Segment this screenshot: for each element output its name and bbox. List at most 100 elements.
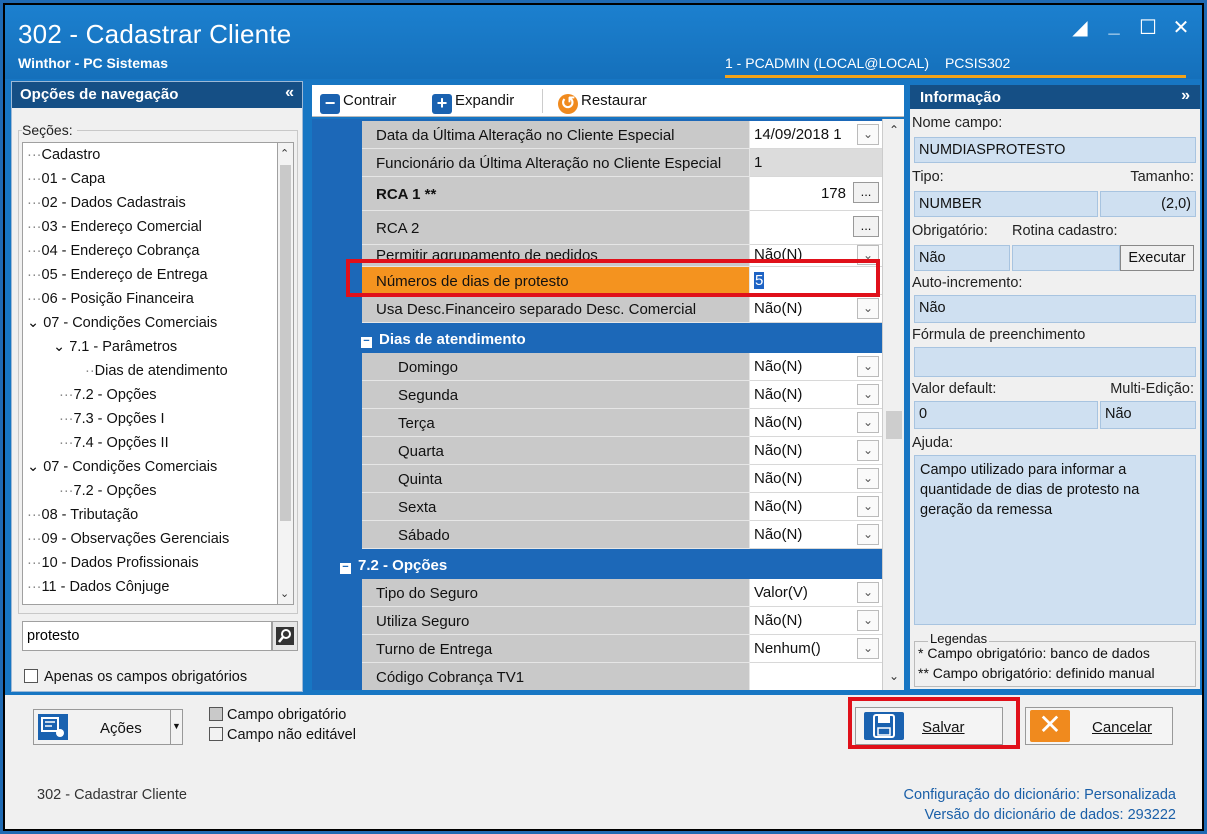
- grid-row[interactable]: Utiliza Seguro Não(N) ⌄: [362, 607, 882, 635]
- tree-scroll-thumb[interactable]: [280, 165, 291, 521]
- collapse-left-icon[interactable]: «: [285, 84, 294, 102]
- rca2-field[interactable]: ...: [750, 211, 882, 245]
- chevron-down-icon[interactable]: ⌄: [27, 315, 39, 331]
- grid-row[interactable]: Funcionário da Última Alteração no Clien…: [362, 149, 882, 177]
- option-field[interactable]: Não(N) ⌄: [750, 607, 882, 635]
- restore-button[interactable]: ↺ Restaurar: [558, 92, 647, 114]
- tree-item-dias-atendimento[interactable]: ··Dias de atendimento: [85, 363, 228, 379]
- chevron-down-icon[interactable]: ⌄: [857, 124, 879, 145]
- collapse-group-icon[interactable]: −: [361, 336, 372, 348]
- option-field[interactable]: Nenhum() ⌄: [750, 635, 882, 663]
- actions-button[interactable]: Ações ▼: [33, 709, 183, 745]
- chevron-down-icon[interactable]: ⌄: [857, 468, 879, 489]
- tree-item-endereco-entrega[interactable]: ···05 - Endereço de Entrega: [27, 267, 208, 283]
- financial-discount-field[interactable]: Não(N) ⌄: [750, 295, 882, 323]
- search-input[interactable]: [22, 621, 272, 651]
- legend-swatch-light: [209, 727, 223, 741]
- grid-row[interactable]: RCA 1 ** 178...: [362, 177, 882, 211]
- chevron-down-icon[interactable]: ⌄: [857, 356, 879, 377]
- grid-row[interactable]: Segunda Não(N) ⌄: [362, 381, 882, 409]
- day-field[interactable]: Não(N) ⌄: [750, 381, 882, 409]
- scroll-up-icon[interactable]: ⌃: [889, 123, 899, 137]
- grid-row[interactable]: Quinta Não(N) ⌄: [362, 465, 882, 493]
- restore-icon[interactable]: ◢: [1067, 15, 1093, 40]
- tree-item-opcoes-i[interactable]: ···7.3 - Opções I: [59, 411, 165, 427]
- date-field[interactable]: 14/09/2018 1 ⌄: [750, 121, 882, 149]
- expand-right-icon[interactable]: »: [1181, 87, 1190, 105]
- grid-row[interactable]: Turno de Entrega Nenhum() ⌄: [362, 635, 882, 663]
- ellipsis-button[interactable]: ...: [853, 182, 879, 203]
- tree-item-posicao-financeira[interactable]: ···06 - Posição Financeira: [27, 291, 194, 307]
- tree-item-dados-profissionais[interactable]: ···10 - Dados Profissionais: [27, 555, 199, 571]
- grid-row[interactable]: RCA 2 ...: [362, 211, 882, 245]
- expand-button[interactable]: + Expandir: [432, 92, 514, 114]
- day-field[interactable]: Não(N) ⌄: [750, 521, 882, 549]
- minimize-icon[interactable]: _: [1101, 15, 1127, 38]
- day-field[interactable]: Não(N) ⌄: [750, 353, 882, 381]
- tree-item-capa[interactable]: ···01 - Capa: [27, 171, 105, 187]
- multiedit-label: Multi-Edição:: [1110, 381, 1194, 397]
- grid-row[interactable]: Sexta Não(N) ⌄: [362, 493, 882, 521]
- scroll-down-icon[interactable]: ⌄: [889, 669, 899, 683]
- grid-row[interactable]: Data da Última Alteração no Cliente Espe…: [362, 121, 882, 149]
- tree-item-endereco-cobranca[interactable]: ···04 - Endereço Cobrança: [27, 243, 200, 259]
- chevron-down-icon[interactable]: ⌄: [857, 412, 879, 433]
- chevron-down-icon[interactable]: ⌄: [857, 298, 879, 319]
- cancel-button[interactable]: ✕ Cancelar: [1025, 707, 1173, 745]
- execute-button[interactable]: Executar: [1120, 245, 1194, 271]
- tree-item-cadastro[interactable]: ···Cadastro: [27, 147, 100, 163]
- rca1-field[interactable]: 178...: [750, 177, 882, 211]
- tree-item-opcoes[interactable]: ···7.2 - Opções: [59, 387, 157, 403]
- option-field[interactable]: Valor(V) ⌄: [750, 579, 882, 607]
- tree-item-endereco-comercial[interactable]: ···03 - Endereço Comercial: [27, 219, 202, 235]
- scroll-down-icon[interactable]: ⌄: [280, 587, 289, 600]
- search-button[interactable]: [272, 621, 298, 651]
- scroll-up-icon[interactable]: ⌃: [280, 147, 289, 160]
- required-only-checkbox[interactable]: Apenas os campos obrigatórios: [24, 669, 247, 685]
- option-field[interactable]: [750, 663, 882, 690]
- dropdown-arrow-icon[interactable]: ▼: [170, 710, 182, 744]
- grid-scroll-thumb[interactable]: [886, 411, 902, 439]
- close-icon[interactable]: ✕: [1168, 15, 1194, 40]
- sections-tree[interactable]: ···Cadastro ···01 - Capa ···02 - Dados C…: [22, 142, 278, 605]
- grid-scrollbar[interactable]: ⌃ ⌄: [882, 119, 904, 690]
- day-field[interactable]: Não(N) ⌄: [750, 493, 882, 521]
- grid-row[interactable]: Código Cobrança TV1: [362, 663, 882, 690]
- group-header-days[interactable]: − Dias de atendimento: [355, 327, 882, 353]
- day-field[interactable]: Não(N) ⌄: [750, 465, 882, 493]
- collapse-button[interactable]: − Contrair: [320, 92, 396, 114]
- checkbox-box[interactable]: [24, 669, 38, 683]
- grid-row[interactable]: Tipo do Seguro Valor(V) ⌄: [362, 579, 882, 607]
- tree-item-dados-cadastrais[interactable]: ···02 - Dados Cadastrais: [27, 195, 186, 211]
- ellipsis-button[interactable]: ...: [853, 216, 879, 237]
- day-field[interactable]: Não(N) ⌄: [750, 409, 882, 437]
- collapse-group-icon[interactable]: −: [340, 562, 351, 574]
- tree-item-condicoes-comerciais-2[interactable]: ⌄ 07 - Condições Comerciais: [27, 459, 217, 475]
- maximize-icon[interactable]: ☐: [1135, 15, 1161, 40]
- chevron-down-icon[interactable]: ⌄: [53, 339, 65, 355]
- chevron-down-icon[interactable]: ⌄: [27, 459, 39, 475]
- grid-row[interactable]: Domingo Não(N) ⌄: [362, 353, 882, 381]
- chevron-down-icon[interactable]: ⌄: [857, 524, 879, 545]
- tree-item-observacoes[interactable]: ···09 - Observações Gerenciais: [27, 531, 229, 547]
- tree-item-opcoes-2[interactable]: ···7.2 - Opções: [59, 483, 157, 499]
- tree-item-condicoes-comerciais[interactable]: ⌄ 07 - Condições Comerciais: [27, 315, 217, 331]
- grid-row[interactable]: Usa Desc.Financeiro separado Desc. Comer…: [362, 295, 882, 323]
- grid-row[interactable]: Sábado Não(N) ⌄: [362, 521, 882, 549]
- tree-item-dados-conjuge[interactable]: ···11 - Dados Cônjuge: [27, 579, 169, 595]
- chevron-down-icon[interactable]: ⌄: [857, 638, 879, 659]
- grid-row[interactable]: Terça Não(N) ⌄: [362, 409, 882, 437]
- grid-row[interactable]: Quarta Não(N) ⌄: [362, 437, 882, 465]
- chevron-down-icon[interactable]: ⌄: [857, 582, 879, 603]
- tree-item-tributacao[interactable]: ···08 - Tributação: [27, 507, 138, 523]
- chevron-down-icon[interactable]: ⌄: [857, 440, 879, 461]
- autoinc-value: Não: [914, 295, 1196, 323]
- tree-scrollbar[interactable]: ⌃ ⌄: [278, 142, 294, 605]
- chevron-down-icon[interactable]: ⌄: [857, 384, 879, 405]
- tree-item-opcoes-ii[interactable]: ···7.4 - Opções II: [59, 435, 169, 451]
- chevron-down-icon[interactable]: ⌄: [857, 610, 879, 631]
- day-field[interactable]: Não(N) ⌄: [750, 437, 882, 465]
- group-header-options[interactable]: −7.2 - Opções: [334, 553, 882, 579]
- chevron-down-icon[interactable]: ⌄: [857, 496, 879, 517]
- tree-item-parametros[interactable]: ⌄ 7.1 - Parâmetros: [53, 339, 177, 355]
